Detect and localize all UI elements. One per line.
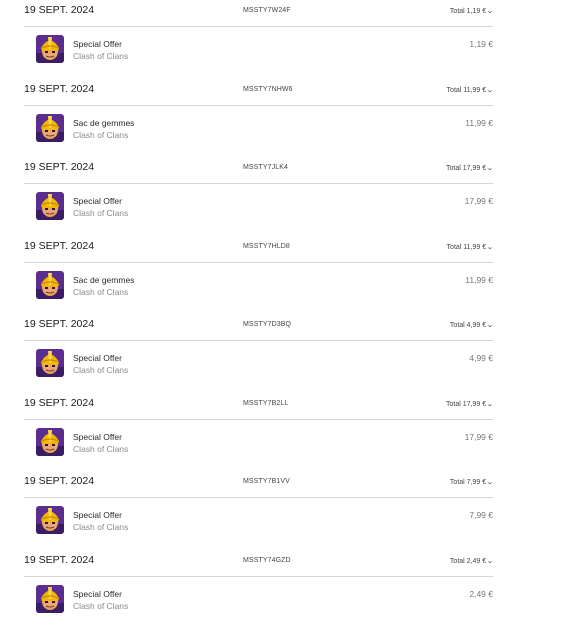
order-entry: 19 SEPT. 2024 MSSTY74GZD Total 2,49 €⌄ S…: [24, 550, 494, 629]
order-date: 19 SEPT. 2024: [24, 239, 95, 252]
item-price: 1,19 €: [469, 39, 493, 49]
order-date: 19 SEPT. 2024: [24, 4, 95, 16]
item-name: Special Offer: [73, 353, 122, 363]
item-name: Special Offer: [73, 431, 122, 442]
chevron-down-icon: ⌄: [486, 243, 494, 251]
order-total-toggle[interactable]: Total 4,99 €⌄: [449, 321, 494, 329]
chevron-down-icon: ⌄: [486, 322, 494, 329]
chevron-down-icon: ⌄: [486, 86, 494, 94]
chevron-down-icon: ⌄: [486, 8, 494, 15]
order-id: MSSTY7HLD8: [243, 242, 290, 250]
order-total-label: Total 1,19 €: [449, 8, 487, 15]
item-name: Special Offer: [73, 588, 122, 599]
item-name: Sac de gemmes: [73, 274, 135, 285]
order-header: 19 SEPT. 2024 MSSTY7HLD8 Total 11,99 €⌄: [24, 236, 494, 263]
order-id: MSSTY7JLK4: [243, 164, 288, 171]
item-publisher: Clash of Clans: [73, 365, 129, 375]
item-price: 7,99 €: [469, 510, 493, 520]
order-total-toggle[interactable]: Total 17,99 €⌄: [446, 164, 494, 172]
item-name: Special Offer: [73, 39, 122, 49]
chevron-down-icon: ⌄: [486, 479, 494, 486]
item-name: Special Offer: [73, 510, 122, 520]
clash-of-clans-app-icon: [36, 113, 64, 142]
order-entry: 19 SEPT. 2024 MSSTY7B2LL Total 17,99 €⌄: [24, 393, 494, 472]
order-entry: 19 SEPT. 2024 MSSTY7W24F Total 1,19 €⌄ S…: [24, 0, 494, 79]
clash-of-clans-app-icon: [36, 35, 64, 63]
order-line-item[interactable]: Sac de gemmes Clash of Clans 11,99 €: [36, 270, 493, 301]
item-price: 17,99 €: [464, 431, 493, 442]
chevron-down-icon: ⌄: [486, 557, 494, 565]
item-publisher: Clash of Clans: [73, 522, 129, 532]
order-total-toggle[interactable]: Total 1,19 €⌄: [449, 7, 494, 15]
order-id: MSSTY7B2LL: [243, 399, 289, 407]
order-total-label: Total 17,99 €: [446, 165, 487, 172]
order-total-toggle[interactable]: Total 11,99 €⌄: [446, 243, 494, 251]
clash-of-clans-app-icon: [36, 349, 64, 377]
order-date: 19 SEPT. 2024: [24, 475, 95, 487]
order-header: 19 SEPT. 2024 MSSTY7JLK4 Total 17,99 €⌄: [24, 157, 494, 184]
item-publisher: Clash of Clans: [73, 129, 129, 140]
chevron-down-icon: ⌄: [486, 165, 494, 172]
order-entry: 19 SEPT. 2024 MSSTY7NHW6 Total 11,99 €⌄: [24, 79, 494, 158]
order-date: 19 SEPT. 2024: [24, 553, 95, 566]
item-publisher: Clash of Clans: [73, 443, 129, 454]
order-total-label: Total 2,49 €: [449, 557, 487, 565]
clash-of-clans-app-icon: [36, 584, 64, 613]
order-header: 19 SEPT. 2024 MSSTY7W24F Total 1,19 €⌄: [24, 0, 494, 27]
order-id: MSSTY7NHW6: [243, 85, 293, 93]
order-total-label: Total 11,99 €: [446, 86, 487, 94]
order-date: 19 SEPT. 2024: [24, 396, 95, 409]
order-entry: 19 SEPT. 2024 MSSTY7HLD8 Total 11,99 €⌄: [24, 236, 494, 315]
clash-of-clans-app-icon: [36, 506, 64, 534]
order-total-toggle[interactable]: Total 11,99 €⌄: [446, 86, 494, 94]
item-name: Special Offer: [73, 196, 122, 206]
order-header: 19 SEPT. 2024 MSSTY7NHW6 Total 11,99 €⌄: [24, 79, 494, 106]
item-publisher: Clash of Clans: [73, 51, 129, 61]
order-date: 19 SEPT. 2024: [24, 82, 95, 95]
order-header: 19 SEPT. 2024 MSSTY74GZD Total 2,49 €⌄: [24, 550, 494, 577]
item-price: 17,99 €: [464, 196, 493, 206]
order-total-label: Total 11,99 €: [446, 243, 487, 251]
item-price: 11,99 €: [465, 117, 493, 128]
clash-of-clans-app-icon: [36, 427, 64, 456]
order-date: 19 SEPT. 2024: [24, 318, 95, 330]
order-line-item[interactable]: Special Offer Clash of Clans 17,99 €: [36, 427, 493, 458]
order-entry: 19 SEPT. 2024 MSSTY7D3BQ Total 4,99 €⌄ S…: [24, 314, 494, 393]
clash-of-clans-app-icon: [36, 192, 64, 220]
order-line-item[interactable]: Sac de gemmes Clash of Clans 11,99 €: [36, 113, 493, 144]
order-total-toggle[interactable]: Total 7,99 €⌄: [449, 478, 494, 486]
clash-of-clans-app-icon: [36, 270, 64, 299]
item-publisher: Clash of Clans: [73, 600, 129, 611]
order-header: 19 SEPT. 2024 MSSTY7D3BQ Total 4,99 €⌄: [24, 314, 494, 341]
order-total-toggle[interactable]: Total 2,49 €⌄: [449, 557, 494, 565]
order-total-label: Total 4,99 €: [449, 322, 487, 329]
order-line-item[interactable]: Special Offer Clash of Clans 2,49 €: [36, 584, 493, 615]
order-total-label: Total 17,99 €: [446, 400, 487, 408]
order-id: MSSTY74GZD: [243, 556, 291, 564]
purchase-history-list: 19 SEPT. 2024 MSSTY7W24F Total 1,19 €⌄ S…: [24, 0, 494, 629]
order-line-item[interactable]: Special Offer Clash of Clans 4,99 €: [36, 349, 493, 379]
order-line-item[interactable]: Special Offer Clash of Clans 7,99 €: [36, 506, 493, 536]
item-name: Sac de gemmes: [73, 117, 135, 128]
chevron-down-icon: ⌄: [486, 400, 494, 408]
order-header: 19 SEPT. 2024 MSSTY7B1VV Total 7,99 €⌄: [24, 471, 494, 498]
order-entry: 19 SEPT. 2024 MSSTY7B1VV Total 7,99 €⌄ S…: [24, 471, 494, 550]
item-price: 4,99 €: [469, 353, 493, 363]
item-publisher: Clash of Clans: [73, 208, 129, 218]
order-header: 19 SEPT. 2024 MSSTY7B2LL Total 17,99 €⌄: [24, 393, 494, 420]
order-line-item[interactable]: Special Offer Clash of Clans 17,99 €: [36, 192, 493, 222]
order-date: 19 SEPT. 2024: [24, 161, 95, 173]
item-price: 2,49 €: [469, 588, 493, 599]
order-entry: 19 SEPT. 2024 MSSTY7JLK4 Total 17,99 €⌄: [24, 157, 494, 236]
order-total-label: Total 7,99 €: [449, 479, 487, 486]
item-publisher: Clash of Clans: [73, 286, 129, 297]
item-price: 11,99 €: [465, 274, 493, 285]
order-id: MSSTY7B1VV: [243, 478, 290, 485]
order-line-item[interactable]: Special Offer Clash of Clans 1,19 €: [36, 35, 493, 65]
order-total-toggle[interactable]: Total 17,99 €⌄: [446, 400, 494, 408]
order-id: MSSTY7D3BQ: [243, 321, 292, 328]
order-id: MSSTY7W24F: [243, 7, 291, 14]
